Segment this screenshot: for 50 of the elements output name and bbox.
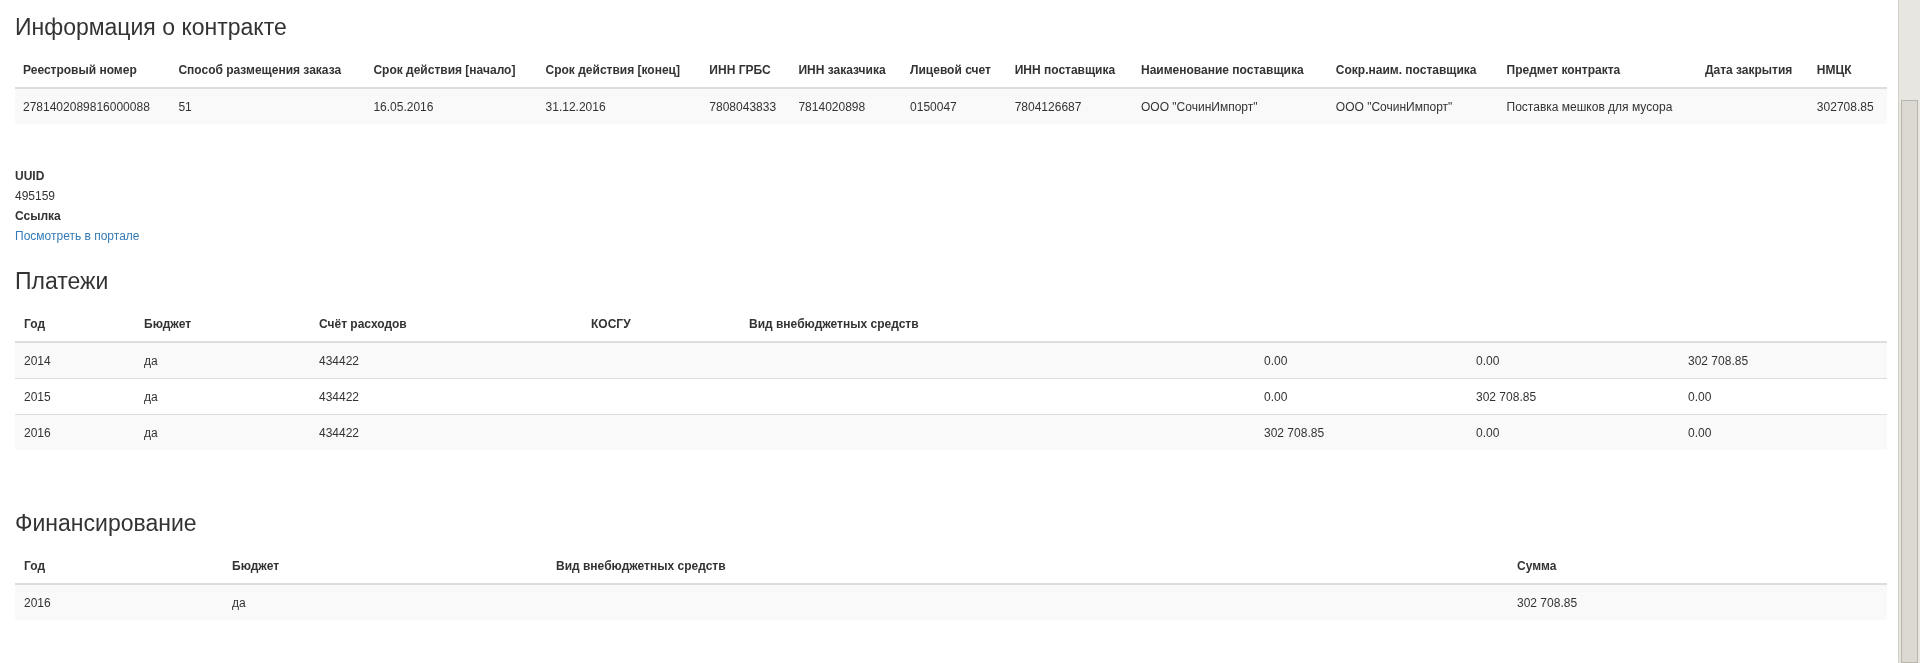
table-cell: 434422 [319,389,360,404]
table-cell: да [144,425,158,440]
table-cell: 2016 [24,595,51,610]
table-cell: 302708.85 [1816,99,1874,114]
column-header: Вид внебюджетных средств [556,558,726,573]
table-cell: да [232,595,246,610]
table-cell: 0.00 [1264,389,1288,404]
table-cell: 7814020898 [798,99,866,114]
table-cell: 302 708.85 [1476,389,1537,404]
table-cell: 302 708.85 [1688,353,1749,368]
table-cell: ООО "СочинИмпорт" [1141,99,1258,114]
table-cell: 302 708.85 [1264,425,1325,440]
table-cell: Поставка мешков для мусора [1506,99,1673,114]
section-title: Платежи [15,268,109,295]
scrollbar[interactable] [1898,0,1920,663]
table-cell: 0.00 [1264,353,1288,368]
column-header: Год [24,558,45,573]
field-value: 495159 [15,188,57,205]
column-header: КОСГУ [591,316,631,331]
table-cell: 2015 [24,389,51,404]
portal-link[interactable]: Посмотреть в портале [15,226,140,246]
table-cell: 434422 [319,425,360,440]
table-cell: 302 708.85 [1517,595,1578,610]
table-cell: 51 [178,99,192,114]
section-title: Информация о контракте [15,14,287,41]
field-label: UUID [15,168,46,185]
table-cell: 2016 [24,425,51,440]
section-title: Финансирование [15,510,197,537]
table-cell: 2781402089816000088 [23,99,150,114]
field-label: Ссылка [15,208,62,225]
column-header: Сумма [1517,558,1557,573]
table-cell: 0.00 [1688,389,1712,404]
table-cell: 7804126687 [1014,99,1082,114]
table-cell: 0.00 [1476,425,1500,440]
column-header: Вид внебюджетных средств [749,316,919,331]
table-cell: 0.00 [1688,425,1712,440]
table-cell: ООО "СочинИмпорт" [1335,99,1453,114]
table-cell: да [144,389,158,404]
table-cell: 7808043833 [709,99,777,114]
column-header: Бюджет [144,316,192,331]
table-cell: 31.12.2016 [545,99,606,114]
table-cell: 434422 [319,353,360,368]
column-header: Год [24,316,45,331]
table-cell: 2014 [24,353,51,368]
column-header: Счёт расходов [319,316,407,331]
table-cell: да [144,353,158,368]
table-cell: 16.05.2016 [373,99,434,114]
column-header: Бюджет [232,558,280,573]
table-cell: 0.00 [1476,353,1500,368]
table-cell: 0150047 [910,99,957,114]
